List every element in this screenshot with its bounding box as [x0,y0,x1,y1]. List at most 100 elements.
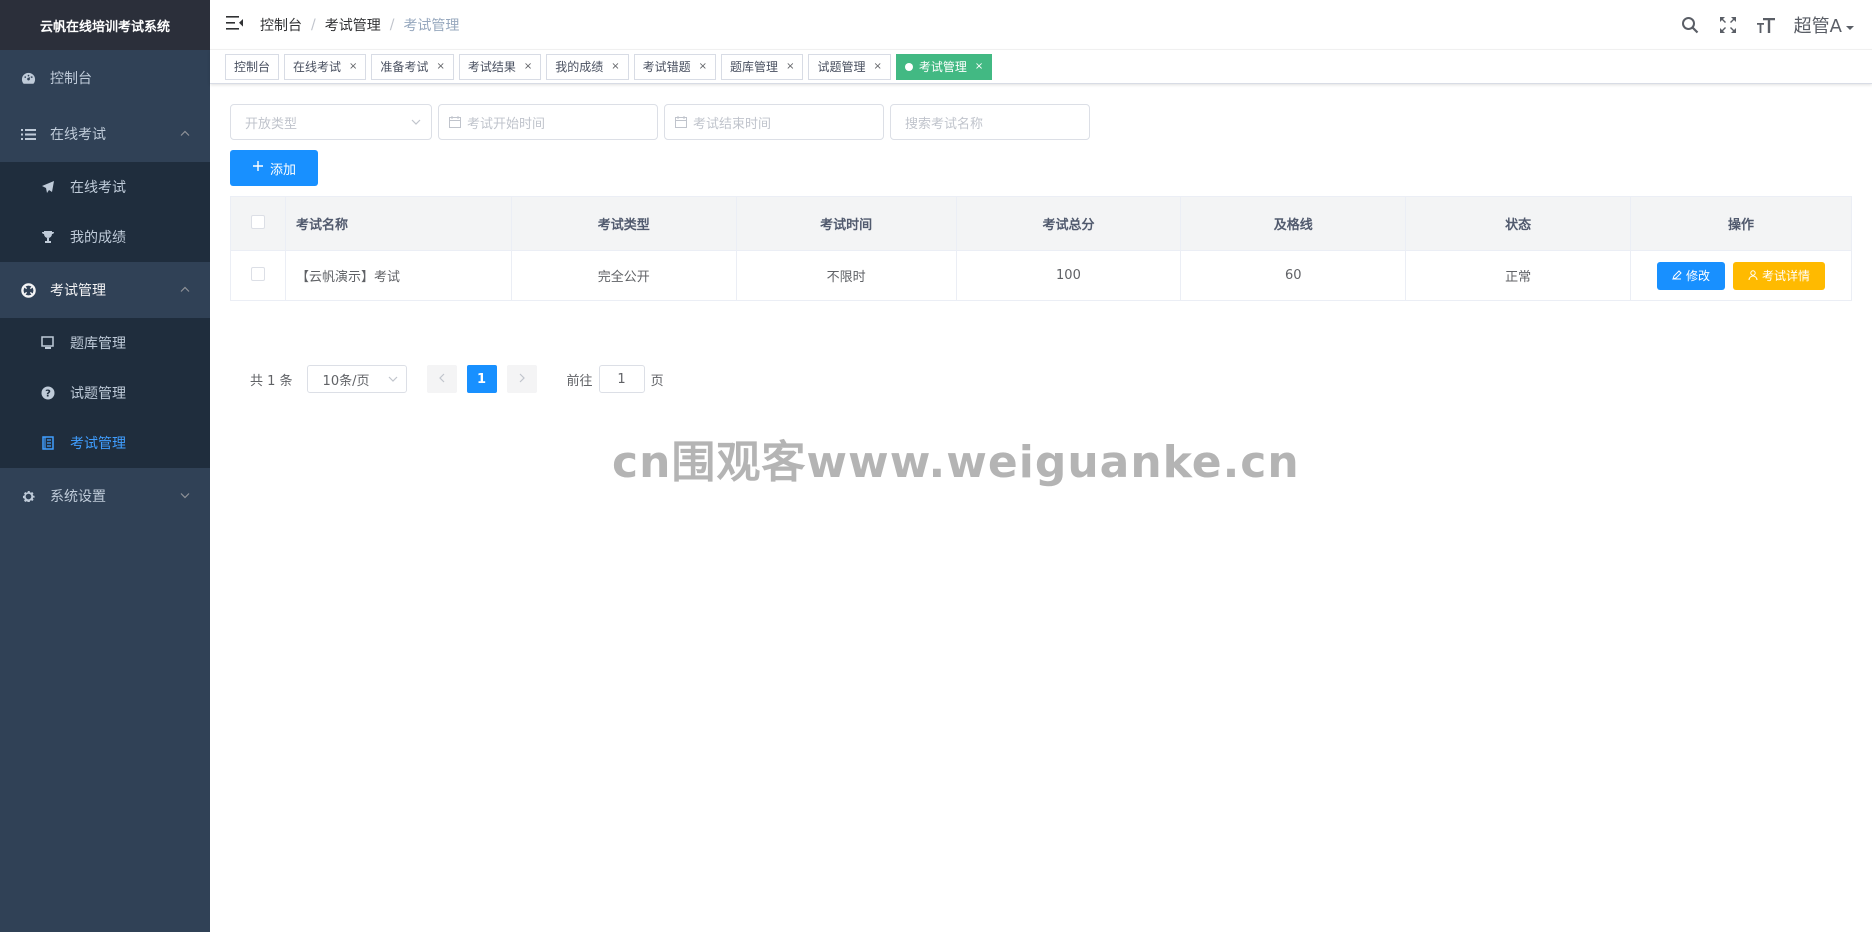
trophy-icon [40,229,56,245]
add-button[interactable]: 添加 [230,150,318,186]
cell-exam-time: 不限时 [735,250,957,301]
edit-button[interactable]: 修改 [1657,261,1726,290]
user-menu[interactable]: 超管A [1794,12,1854,38]
sidebar-item-exam-manage-active[interactable]: 考试管理 [0,418,210,468]
right-menu: 超管A [1680,0,1854,50]
column-header: 考试类型 [510,196,737,251]
close-icon[interactable]: × [436,61,444,72]
page-jump: 前往 1 页 [567,365,664,393]
column-header: 状态 [1405,196,1632,251]
watermark: cn围观客www.weiguanke.cn [612,437,1300,488]
search-placeholder: 搜索考试名称 [905,116,984,132]
paper-plane-icon [40,179,56,195]
row-checkbox[interactable] [250,266,265,281]
close-icon[interactable]: × [699,61,707,72]
sidebar-item-question-bank[interactable]: 题库管理 [0,318,210,368]
page-jump-input[interactable]: 1 [598,365,645,393]
user-name: 超管A [1793,16,1842,37]
menu-fold-icon [226,15,244,35]
hamburger-button[interactable] [210,0,260,50]
close-icon[interactable]: × [349,61,357,72]
chevron-right-icon [519,372,525,387]
close-icon[interactable]: × [975,61,983,72]
font-size-icon[interactable] [1756,15,1776,35]
breadcrumb-item[interactable]: 考试管理 [325,15,381,35]
sidebar-item-online-exam[interactable]: 在线考试 [0,106,210,162]
table-header-row: 考试名称 考试类型 考试时间 考试总分 及格线 状态 操作 [230,196,1852,251]
sidebar-item-label: 考试管理 [50,283,106,299]
sidebar-item-exam-manage[interactable]: 考试管理 [0,262,210,318]
sidebar-item-system[interactable]: 系统设置 [0,468,210,524]
book-icon [40,435,56,451]
tag-label: 题库管理 [730,60,779,74]
search-input[interactable]: 搜索考试名称 [890,104,1090,140]
goto-suffix: 页 [650,373,664,389]
cell-pass-line: 60 [1180,250,1407,301]
sidebar-item-label: 控制台 [50,71,92,87]
table-row: 【云帆演示】考试 完全公开 不限时 100 60 正常 修改 考试详情 [230,250,1852,301]
tag-exam-manage-active[interactable]: 考试管理 × [895,53,993,80]
breadcrumb-current: 考试管理 [403,17,460,34]
chevron-up-icon [180,285,190,296]
page-number-current[interactable]: 1 [466,365,497,393]
content: 开放类型 考试开始时间 考试结束时间 搜索考试名称 添加 考试名称 考试类型 考… [210,84,1872,393]
fullscreen-icon[interactable] [1718,15,1738,35]
tag-wrong-questions[interactable]: 考试错题 × [633,53,717,80]
pagination-total: 共 1 条 [250,373,293,389]
breadcrumb-item[interactable]: 控制台 [260,15,302,35]
date-placeholder: 考试开始时间 [467,116,546,132]
cell-actions: 修改 考试详情 [1630,250,1852,301]
tags-view: 控制台 在线考试 × 准备考试 × 考试结果 × 我的成绩 × 考试错题 × 题… [210,50,1872,84]
app-title: 云帆在线培训考试系统 [0,0,210,50]
column-header: 考试总分 [955,196,1182,251]
select-all-checkbox[interactable] [250,214,265,229]
prev-page-button[interactable] [426,365,457,393]
tag-online-exam[interactable]: 在线考试 × [284,53,367,80]
exam-detail-button[interactable]: 考试详情 [1733,261,1826,290]
sidebar-item-dashboard[interactable]: 控制台 [0,50,210,106]
close-icon[interactable]: × [524,61,532,72]
tag-my-scores[interactable]: 我的成绩 × [546,53,629,80]
close-icon[interactable]: × [786,61,794,72]
close-icon[interactable]: × [611,61,619,72]
close-icon[interactable]: × [873,61,881,72]
tag-question-manage[interactable]: 试题管理 × [808,53,891,80]
tag-dashboard[interactable]: 控制台 [225,53,280,80]
tag-label: 考试管理 [918,60,967,74]
chevron-up-icon [180,129,190,140]
breadcrumb: 控制台 / 考试管理 / 考试管理 [260,15,459,35]
goto-prefix: 前往 [566,373,593,389]
lifebuoy-icon [20,282,36,298]
list-icon [20,126,36,142]
question-circle-icon: ? [40,385,56,401]
chevron-down-icon [411,117,421,128]
breadcrumb-separator: / [311,16,316,33]
tag-prepare-exam[interactable]: 准备考试 × [371,53,454,80]
tag-label: 考试错题 [642,60,691,74]
date-placeholder: 考试结束时间 [693,116,772,132]
page-size-select[interactable]: 10条/页 [306,365,407,393]
tag-label: 准备考试 [380,60,429,74]
plus-icon [252,160,264,176]
chevron-down-icon [180,491,190,502]
user-icon [1748,269,1758,283]
select-placeholder: 开放类型 [245,116,298,132]
monitor-icon [40,335,56,351]
page-size-value: 10条/页 [322,373,370,389]
exam-table: 考试名称 考试类型 考试时间 考试总分 及格线 状态 操作 【云帆演示】考试 完… [230,196,1852,301]
next-page-button[interactable] [506,365,537,393]
dashboard-icon [20,70,36,86]
cell-exam-name: 【云帆演示】考试 [284,250,512,301]
sidebar-item-question-manage[interactable]: ? 试题管理 [0,368,210,418]
open-type-select[interactable]: 开放类型 [230,104,432,140]
end-time-picker[interactable]: 考试结束时间 [664,104,884,140]
sidebar-item-take-exam[interactable]: 在线考试 [0,162,210,212]
sidebar-item-my-scores[interactable]: 我的成绩 [0,212,210,262]
start-time-picker[interactable]: 考试开始时间 [438,104,658,140]
tag-question-bank[interactable]: 题库管理 × [721,53,804,80]
tag-label: 我的成绩 [555,60,604,74]
cell-exam-type: 完全公开 [510,250,737,301]
tag-exam-result[interactable]: 考试结果 × [458,53,542,80]
search-icon[interactable] [1680,15,1700,35]
sidebar-item-label: 试题管理 [70,386,126,402]
